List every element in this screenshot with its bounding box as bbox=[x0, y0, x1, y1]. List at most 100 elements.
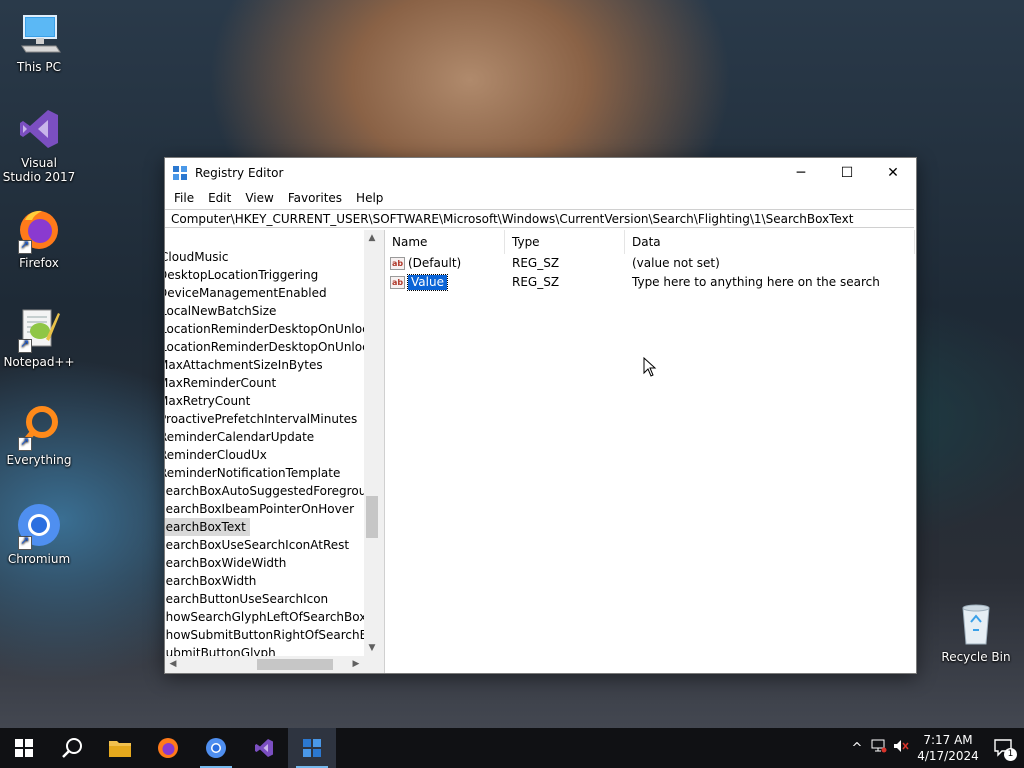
desktop-icon-recycle-bin[interactable]: Recycle Bin bbox=[938, 600, 1014, 664]
string-value-icon: ab bbox=[390, 257, 405, 270]
registry-tree[interactable]: CloudMusic DesktopLocationTriggering Dev… bbox=[165, 230, 381, 673]
recycle-bin-icon bbox=[953, 600, 999, 646]
tree-item[interactable]: LocationReminderDesktopOnUnlockR bbox=[165, 320, 364, 338]
column-header-type[interactable]: Type bbox=[505, 230, 625, 254]
start-button[interactable] bbox=[0, 728, 48, 768]
desktop-icon-label: Recycle Bin bbox=[941, 650, 1011, 664]
value-name: Value bbox=[407, 274, 448, 291]
visual-studio-icon bbox=[255, 739, 273, 757]
menu-file[interactable]: File bbox=[167, 191, 201, 205]
list-header: Name Type Data bbox=[385, 230, 916, 254]
desktop-icon-label: Chromium bbox=[7, 552, 71, 566]
desktop-icon-everything[interactable]: Everything bbox=[1, 403, 77, 467]
scroll-thumb[interactable] bbox=[366, 496, 378, 538]
desktop-icon-this-pc[interactable]: This PC bbox=[1, 10, 77, 74]
minimize-button[interactable]: ─ bbox=[778, 158, 824, 188]
tree-item[interactable]: ReminderCloudUx bbox=[165, 446, 364, 464]
value-type: REG_SZ bbox=[512, 275, 560, 289]
desktop-icon-visual-studio[interactable]: Visual Studio 2017 bbox=[1, 106, 77, 184]
tree-vertical-scrollbar[interactable]: ▲ ▼ bbox=[364, 230, 380, 656]
everything-search-icon bbox=[16, 403, 62, 451]
desktop-icon-label: Notepad++ bbox=[3, 355, 75, 369]
tree-item[interactable]: LocationReminderDesktopOnUnlockSp bbox=[165, 338, 364, 356]
taskbar-file-explorer[interactable] bbox=[96, 728, 144, 768]
list-row-selected[interactable]: ab Value REG_SZ Type here to anything he… bbox=[385, 273, 916, 292]
shortcut-arrow-icon bbox=[18, 337, 32, 353]
clock[interactable]: 7:17 AM 4/17/2024 bbox=[912, 732, 984, 764]
tree-item[interactable]: SearchBoxWideWidth bbox=[165, 554, 364, 572]
scroll-thumb[interactable] bbox=[257, 659, 333, 670]
tree-item-selected[interactable]: SearchBoxText bbox=[165, 518, 250, 536]
value-data: Type here to anything here on the search bbox=[632, 275, 880, 289]
scroll-left-icon[interactable]: ◀ bbox=[165, 656, 181, 673]
tree-item[interactable]: CloudMusic bbox=[165, 248, 364, 266]
desktop-icon-label: This PC bbox=[17, 60, 61, 74]
tree-item[interactable]: SearchBoxAutoSuggestedForegroundC bbox=[165, 482, 364, 500]
tree-horizontal-scrollbar[interactable]: ◀ ▶ bbox=[165, 656, 364, 673]
tree-item[interactable]: ProactivePrefetchIntervalMinutes bbox=[165, 410, 364, 428]
value-data: (value not set) bbox=[632, 256, 720, 270]
tree-item[interactable]: SearchBoxWidth bbox=[165, 572, 364, 590]
desktop-icon-chromium[interactable]: Chromium bbox=[1, 502, 77, 566]
title-bar[interactable]: Registry Editor ─ ☐ ✕ bbox=[165, 158, 916, 188]
string-value-icon: ab bbox=[390, 276, 405, 289]
scroll-right-icon[interactable]: ▶ bbox=[348, 656, 364, 673]
value-type: REG_SZ bbox=[512, 256, 560, 270]
search-button[interactable] bbox=[48, 728, 96, 768]
menu-view[interactable]: View bbox=[238, 191, 280, 205]
list-row[interactable]: ab (Default) REG_SZ (value not set) bbox=[385, 254, 916, 273]
menu-edit[interactable]: Edit bbox=[201, 191, 238, 205]
value-name: (Default) bbox=[408, 256, 462, 270]
tree-item[interactable]: MaxAttachmentSizeInBytes bbox=[165, 356, 364, 374]
close-button[interactable]: ✕ bbox=[870, 158, 916, 188]
tree-item[interactable]: DeviceManagementEnabled bbox=[165, 284, 364, 302]
registry-editor-icon bbox=[303, 739, 321, 757]
registry-editor-icon bbox=[172, 165, 188, 181]
chevron-up-icon[interactable]: ^ bbox=[846, 741, 868, 756]
value-list[interactable]: Name Type Data ab (Default) REG_SZ (valu… bbox=[385, 230, 916, 673]
search-icon bbox=[62, 738, 82, 758]
scroll-corner bbox=[364, 656, 380, 673]
maximize-button[interactable]: ☐ bbox=[824, 158, 870, 188]
tree-item[interactable]: ReminderCalendarUpdate bbox=[165, 428, 364, 446]
clock-time: 7:17 AM bbox=[923, 733, 973, 747]
tree-item[interactable]: MaxReminderCount bbox=[165, 374, 364, 392]
tree-item[interactable]: LocalNewBatchSize bbox=[165, 302, 364, 320]
tree-item[interactable]: SearchButtonUseSearchIcon bbox=[165, 590, 364, 608]
action-center-button[interactable]: 1 bbox=[984, 728, 1024, 768]
folder-icon bbox=[109, 741, 131, 757]
tree-item[interactable]: ShowSubmitButtonRightOfSearchBox bbox=[165, 626, 364, 644]
taskbar-chromium[interactable] bbox=[192, 728, 240, 768]
shortcut-arrow-icon bbox=[18, 238, 32, 254]
tree-item[interactable]: SearchBoxUseSearchIconAtRest bbox=[165, 536, 364, 554]
network-icon[interactable] bbox=[868, 739, 890, 757]
shortcut-arrow-icon bbox=[18, 534, 32, 550]
tree-item[interactable]: SearchBoxIbeamPointerOnHover bbox=[165, 500, 364, 518]
tree-item[interactable]: DesktopLocationTriggering bbox=[165, 266, 364, 284]
registry-editor-window[interactable]: Registry Editor ─ ☐ ✕ File Edit View Fav… bbox=[164, 157, 917, 674]
desktop-icon-firefox[interactable]: Firefox bbox=[1, 206, 77, 270]
address-bar[interactable]: Computer\HKEY_CURRENT_USER\SOFTWARE\Micr… bbox=[165, 209, 914, 228]
windows-logo-icon bbox=[15, 739, 33, 757]
column-header-name[interactable]: Name bbox=[385, 230, 505, 254]
scroll-up-icon[interactable]: ▲ bbox=[364, 230, 380, 246]
desktop-icon-notepadpp[interactable]: Notepad++ bbox=[1, 305, 77, 369]
scroll-down-icon[interactable]: ▼ bbox=[364, 640, 380, 656]
tree-item[interactable]: ReminderNotificationTemplate bbox=[165, 464, 364, 482]
menu-help[interactable]: Help bbox=[349, 191, 390, 205]
desktop-icon-label: Visual Studio 2017 bbox=[2, 156, 76, 184]
taskbar-visual-studio[interactable] bbox=[240, 728, 288, 768]
tree-item[interactable]: MaxRetryCount bbox=[165, 392, 364, 410]
taskbar-registry-editor[interactable] bbox=[288, 728, 336, 768]
system-tray: ^ 7:17 AM 4/17/2024 1 bbox=[846, 728, 1024, 768]
desktop-icon-label: Everything bbox=[6, 453, 72, 467]
clock-date: 4/17/2024 bbox=[917, 749, 979, 763]
column-header-data[interactable]: Data bbox=[625, 230, 915, 254]
menu-favorites[interactable]: Favorites bbox=[281, 191, 349, 205]
notepadpp-icon bbox=[16, 305, 62, 353]
volume-muted-icon[interactable] bbox=[890, 739, 912, 757]
tree-item[interactable]: ShowSearchGlyphLeftOfSearchBox bbox=[165, 608, 364, 626]
taskbar-firefox[interactable] bbox=[144, 728, 192, 768]
computer-icon bbox=[16, 10, 62, 56]
shortcut-arrow-icon bbox=[18, 435, 32, 451]
